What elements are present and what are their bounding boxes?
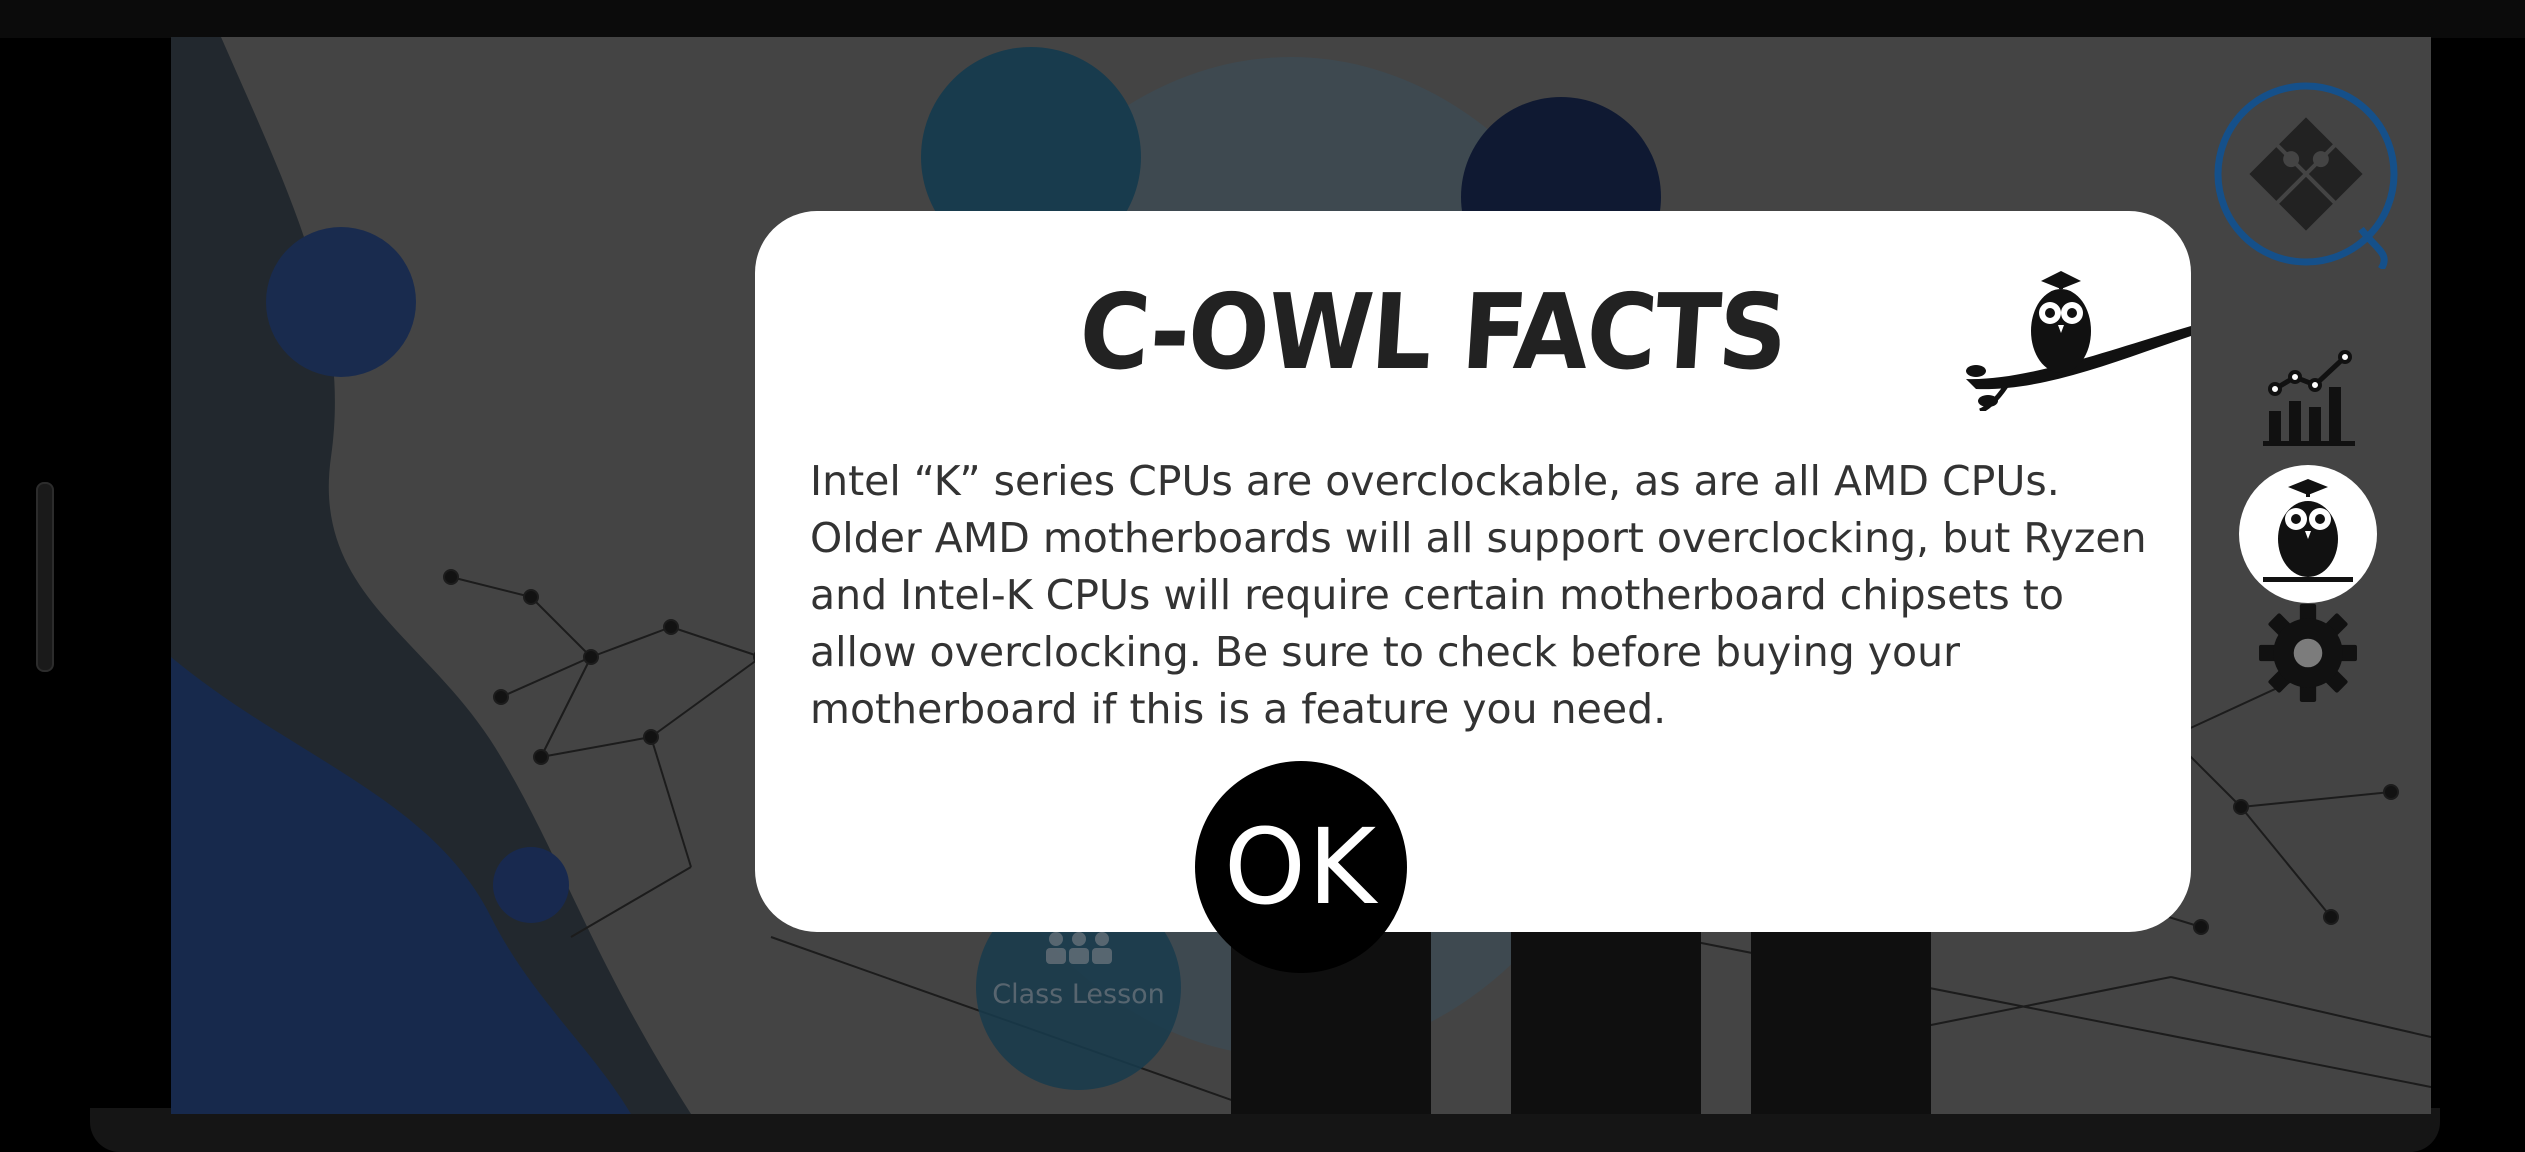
device-speaker [36,482,54,672]
ok-button[interactable]: OK [1195,761,1407,973]
puzzle-logo-icon[interactable] [2211,79,2401,269]
dialog-title: C-OWL FACTS [1075,271,1790,393]
gear-icon[interactable] [2257,602,2359,704]
device-frame: Class Lesson C-OWL FACTS Intel “K” serie… [0,0,2525,1152]
bar-chart-icon[interactable] [2259,349,2359,449]
owl-facts-button[interactable] [2239,465,2377,603]
owl-on-branch-icon [1966,271,2191,411]
device-bezel-bottom [90,1108,2440,1152]
owl-icon [2263,479,2353,582]
device-bezel-top [0,0,2525,38]
owl-facts-dialog: C-OWL FACTS Intel “K” series CPUs are ov… [755,211,2191,932]
dialog-body-text: Intel “K” series CPUs are overclockable,… [810,457,2147,733]
